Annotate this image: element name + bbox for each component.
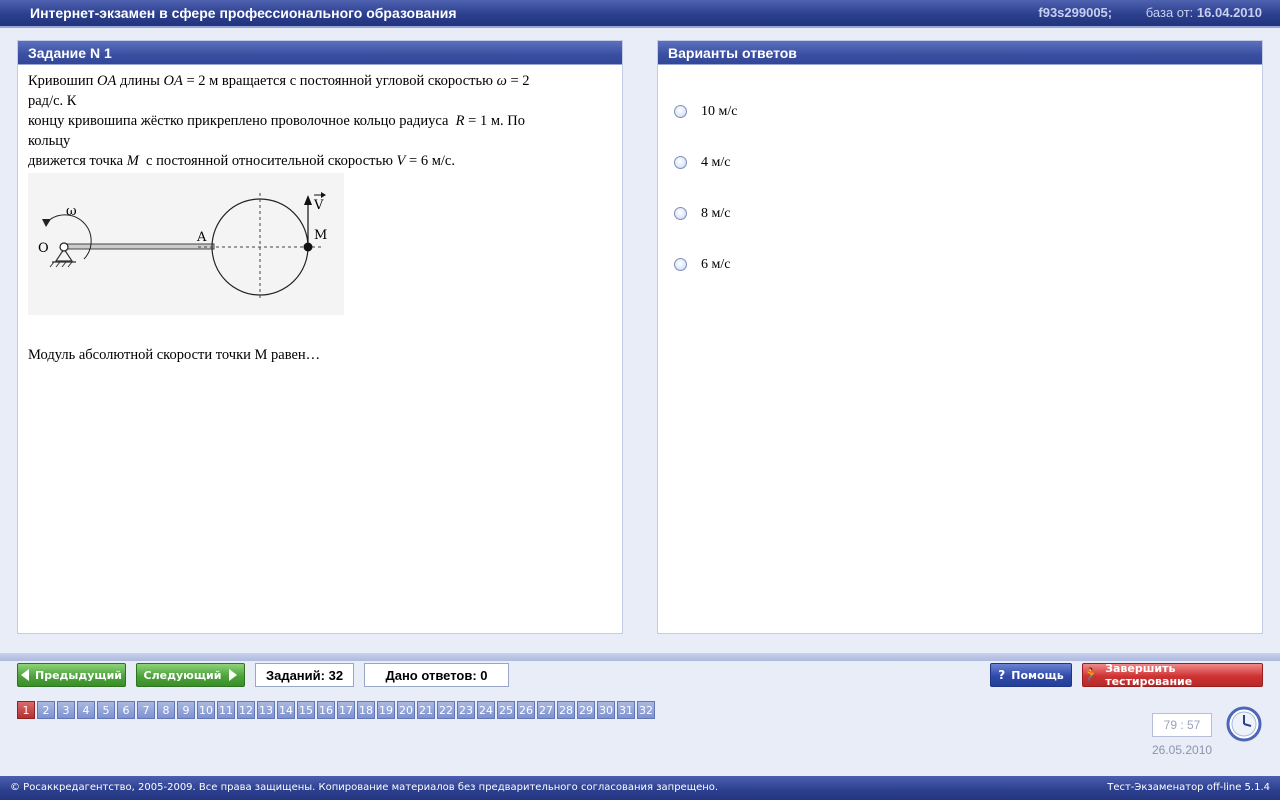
next-button-label: Следующий [143, 668, 222, 682]
next-button[interactable]: Следующий [136, 663, 245, 687]
question-number-button[interactable]: 9 [177, 701, 195, 719]
footer: © Росаккредагентство, 2005-2009. Все пра… [0, 776, 1280, 800]
help-button-label: Помощь [1011, 668, 1064, 682]
prev-button[interactable]: Предыдущий [17, 663, 126, 687]
session-info: f93s299005; база от: 16.04.2010 [1038, 5, 1262, 20]
task-question: Модуль абсолютной скорости точки M равен… [28, 347, 321, 363]
arrow-right-icon [229, 669, 238, 681]
timer-date: 26.05.2010 [1152, 743, 1213, 757]
question-number-button[interactable]: 8 [157, 701, 175, 719]
answer-label: 8 м/с [701, 205, 731, 221]
base-label: база от: [1145, 5, 1194, 20]
running-man-icon: 🏃 [1083, 667, 1100, 683]
velocity-label: V [313, 198, 324, 213]
task-text: Кривошип OA длины OA = 2 м вращается с п… [18, 65, 622, 371]
point-m-label: M [314, 228, 327, 243]
point-a-label: A [196, 230, 207, 245]
omega-label: ω [66, 204, 77, 219]
answer-list: 10 м/с 4 м/с 8 м/с 6 м/с [658, 65, 1262, 293]
question-number-button[interactable]: 24 [477, 701, 495, 719]
question-number-button[interactable]: 19 [377, 701, 395, 719]
task-statement: Кривошип OA длины OA = 2 м вращается с п… [28, 73, 530, 169]
base-date: 16.04.2010 [1196, 5, 1262, 20]
answer-option[interactable]: 4 м/с [674, 140, 1262, 191]
question-number-button[interactable]: 29 [577, 701, 595, 719]
question-number-button[interactable]: 3 [57, 701, 75, 719]
copyright-text: © Росаккредагентство, 2005-2009. Все пра… [10, 782, 719, 793]
help-icon: ? [998, 668, 1006, 682]
question-number-button[interactable]: 27 [537, 701, 555, 719]
question-number-button[interactable]: 18 [357, 701, 375, 719]
title-bar: Интернет-экзамен в сфере профессионально… [0, 0, 1280, 28]
question-number-button[interactable]: 22 [437, 701, 455, 719]
answer-label: 4 м/с [701, 154, 731, 170]
radio-button[interactable] [674, 207, 687, 220]
question-number-button[interactable]: 21 [417, 701, 435, 719]
question-number-button[interactable]: 15 [297, 701, 315, 719]
question-number-button[interactable]: 5 [97, 701, 115, 719]
prev-button-label: Предыдущий [34, 668, 122, 682]
question-number-button[interactable]: 32 [637, 701, 655, 719]
question-number-button[interactable]: 12 [237, 701, 255, 719]
answers-count: Дано ответов: 0 [364, 663, 509, 687]
question-number-button[interactable]: 11 [217, 701, 235, 719]
question-number-button[interactable]: 31 [617, 701, 635, 719]
tasks-count: Заданий: 32 [255, 663, 354, 687]
radio-button[interactable] [674, 105, 687, 118]
question-number-button[interactable]: 23 [457, 701, 475, 719]
question-number-button[interactable]: 16 [317, 701, 335, 719]
answer-option[interactable]: 6 м/с [674, 242, 1262, 293]
clock-icon [1226, 706, 1262, 742]
question-number-button[interactable]: 20 [397, 701, 415, 719]
task-figure: ω O A M V [28, 173, 344, 315]
question-number-button[interactable]: 2 [37, 701, 55, 719]
session-id: f93s299005; [1038, 5, 1113, 20]
question-number-button[interactable]: 7 [137, 701, 155, 719]
app-title: Интернет-экзамен в сфере профессионально… [30, 5, 457, 21]
answer-option[interactable]: 8 м/с [674, 191, 1262, 242]
answer-label: 6 м/с [701, 256, 731, 272]
question-number-button[interactable]: 14 [277, 701, 295, 719]
question-number-button[interactable]: 25 [497, 701, 515, 719]
answers-header: Варианты ответов [658, 41, 1262, 65]
question-number-button[interactable]: 13 [257, 701, 275, 719]
timer-display: 79 : 57 [1152, 713, 1212, 737]
question-number-button[interactable]: 30 [597, 701, 615, 719]
answer-label: 10 м/с [701, 103, 738, 119]
question-number-button[interactable]: 10 [197, 701, 215, 719]
radio-button[interactable] [674, 156, 687, 169]
finish-button[interactable]: 🏃 Завершить тестирование [1082, 662, 1263, 688]
question-number-strip: 1 2 3 4 5 6 7 8 9 10 11 12 13 14 15 16 17 18 19 20 21 22 23 24 2… [17, 701, 657, 719]
version-text: Тест-Экзаменатор off-line 5.1.4 [1107, 782, 1270, 793]
answers-panel: Варианты ответов 10 м/с 4 м/с 8 м/с 6 м/… [657, 40, 1263, 634]
finish-button-label: Завершить тестирование [1105, 662, 1193, 688]
task-panel: Задание N 1 Кривошип OA длины OA = 2 м в… [17, 40, 623, 634]
answer-option[interactable]: 10 м/с [674, 89, 1262, 140]
question-number-button[interactable]: 1 [17, 701, 35, 719]
point-o-label: O [38, 241, 49, 256]
toolbar-separator [0, 653, 1280, 661]
question-number-button[interactable]: 4 [77, 701, 95, 719]
question-number-button[interactable]: 28 [557, 701, 575, 719]
question-number-button[interactable]: 17 [337, 701, 355, 719]
question-number-button[interactable]: 6 [117, 701, 135, 719]
question-number-button[interactable]: 26 [517, 701, 535, 719]
radio-button[interactable] [674, 258, 687, 271]
help-button[interactable]: ? Помощь [990, 663, 1072, 687]
task-header: Задание N 1 [18, 41, 622, 65]
arrow-left-icon [20, 669, 29, 681]
